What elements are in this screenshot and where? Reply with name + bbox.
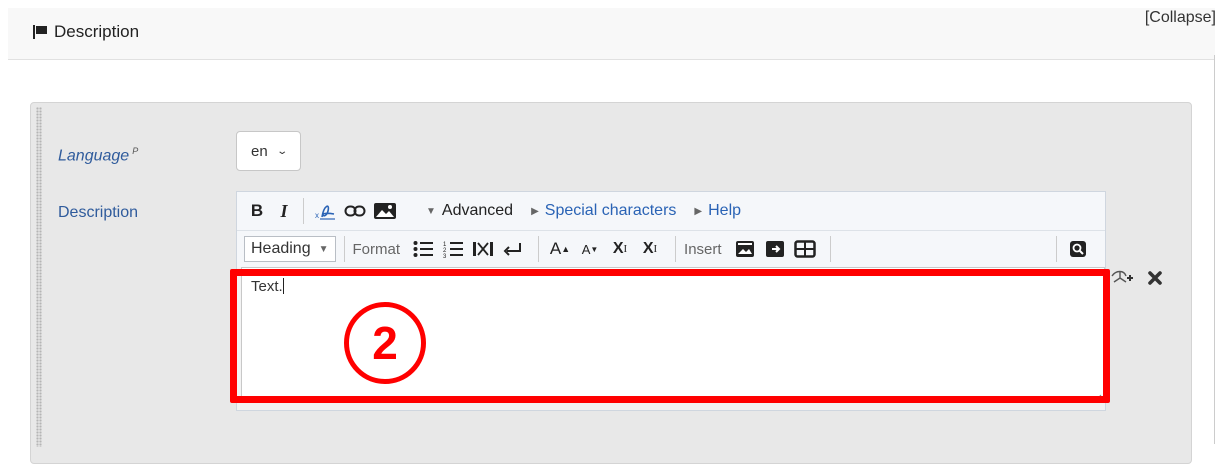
insert-image-icon[interactable]: [732, 236, 758, 262]
insert-table-icon[interactable]: [792, 236, 818, 262]
triangle-right-icon: ▶: [694, 205, 703, 217]
font-smaller-label: A: [581, 241, 591, 257]
signature-icon[interactable]: x: [312, 198, 338, 224]
drag-handle[interactable]: [36, 107, 42, 447]
description-label: Description: [58, 204, 139, 221]
section-header: Description: [8, 8, 1215, 60]
triangle-right-icon: ▶: [531, 205, 539, 217]
section-title-label: Description: [54, 22, 140, 41]
format-group-label: Format: [352, 240, 401, 258]
toolbar-divider: [343, 236, 345, 262]
section-title[interactable]: Description: [32, 22, 139, 42]
advanced-menu[interactable]: ▼ Advanced: [426, 202, 513, 220]
link-icon[interactable]: [342, 198, 368, 224]
language-label-text: Language: [58, 147, 130, 165]
language-select[interactable]: en ⌄: [236, 131, 301, 171]
chevron-down-icon: ▼: [318, 243, 329, 255]
list-numbered-icon[interactable]: 123: [440, 236, 466, 262]
line-break-icon[interactable]: [500, 236, 526, 262]
heading-select[interactable]: Heading ▼: [244, 236, 336, 262]
toolbar-divider: [538, 236, 540, 262]
bold-button[interactable]: B: [247, 198, 267, 224]
special-characters-label: Special characters: [544, 202, 677, 219]
font-larger-button[interactable]: A ▲: [547, 236, 573, 262]
add-row-icon[interactable]: [1110, 265, 1136, 291]
superscript-button[interactable]: XI: [607, 236, 633, 262]
special-characters-menu[interactable]: ▶ Special characters: [531, 202, 676, 220]
font-larger-label: A: [549, 239, 562, 258]
flag-icon: [32, 24, 48, 40]
row-actions: [1110, 265, 1170, 291]
triangle-down-icon: ▼: [426, 205, 436, 217]
list-bullet-icon[interactable]: [410, 236, 436, 262]
toolbar-divider: [829, 236, 831, 262]
svg-text:3: 3: [443, 254, 447, 258]
font-smaller-button[interactable]: A ▼: [577, 236, 603, 262]
clear-format-icon[interactable]: [470, 236, 496, 262]
advanced-label: Advanced: [441, 202, 514, 219]
help-menu[interactable]: ▶ Help: [694, 202, 741, 220]
language-label: Language P: [58, 146, 138, 165]
step-number-badge: 2: [344, 302, 426, 384]
subscript-base: X: [642, 240, 654, 257]
down-arrow-icon: ▼: [590, 244, 599, 254]
heading-select-value: Heading: [251, 240, 311, 257]
svg-text:x: x: [315, 211, 319, 220]
editor-toolbar-secondary: Heading ▼ Format 123 A ▲ A ▼ XI XI Inser…: [237, 231, 1105, 267]
editor-toolbar-primary: B I x ▼ Advanced ▶ Special characters ▶ Hel…: [237, 192, 1105, 231]
select-chevron-icon: ⌄: [276, 145, 288, 157]
toolbar-divider: [303, 198, 304, 224]
collapse-link[interactable]: [Collapse]: [1145, 9, 1216, 27]
language-select-value: en: [251, 142, 268, 160]
language-marker: P: [132, 146, 139, 156]
toolbar-divider: [675, 236, 677, 262]
up-arrow-icon: ▲: [561, 244, 571, 254]
insert-media-icon[interactable]: [762, 236, 788, 262]
insert-group-label: Insert: [684, 240, 722, 258]
remove-icon[interactable]: [1144, 265, 1166, 291]
help-label: Help: [708, 202, 742, 219]
image-icon[interactable]: [372, 198, 398, 224]
superscript-base: X: [612, 240, 624, 257]
page-right-border: [1214, 55, 1215, 444]
superscript-mark: I: [623, 243, 628, 255]
italic-button[interactable]: I: [273, 198, 295, 224]
subscript-button[interactable]: XI: [637, 236, 663, 262]
subscript-mark: I: [653, 243, 658, 255]
preview-icon[interactable]: [1065, 236, 1091, 262]
toolbar-divider: [1056, 236, 1057, 262]
